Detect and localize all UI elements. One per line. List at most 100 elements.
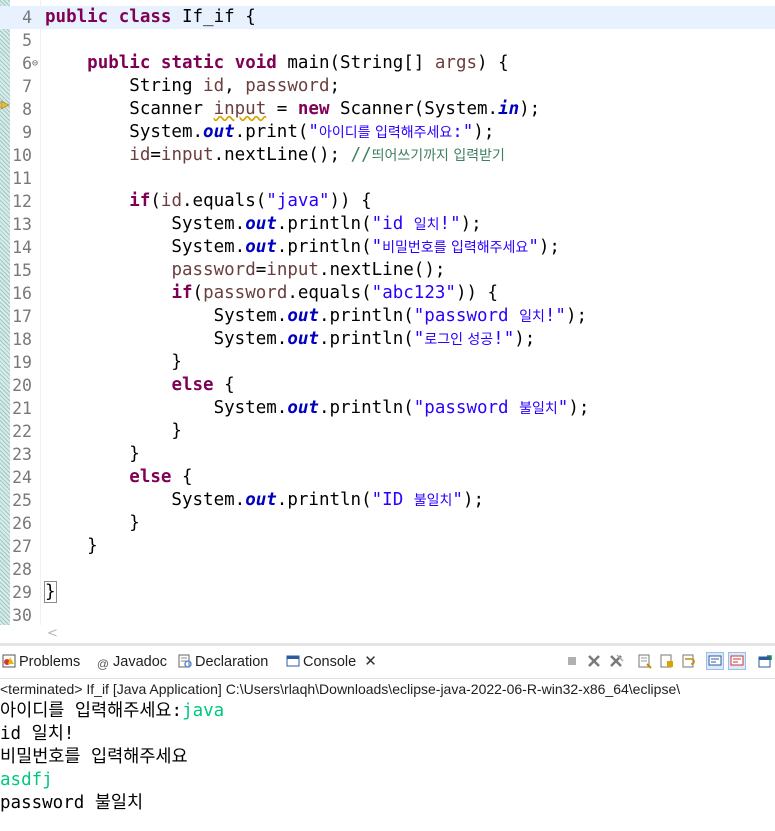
- problems-icon: [2, 654, 16, 668]
- code-text[interactable]: }: [45, 535, 98, 558]
- code-text[interactable]: password=input.nextLine();: [45, 259, 445, 282]
- code-editor[interactable]: 4 public class If_if { 5 6 ⊖ public static v…: [0, 0, 775, 645]
- word-wrap-icon[interactable]: [681, 653, 697, 669]
- open-console-icon[interactable]: [757, 653, 773, 669]
- line-number: 26: [12, 514, 32, 533]
- code-text[interactable]: System.out.println("로그인 성공!");: [45, 328, 536, 352]
- close-icon[interactable]: ✕: [364, 653, 377, 670]
- code-line[interactable]: 15 password=input.nextLine();: [0, 259, 775, 282]
- program-output-text: 비밀번호를 입력해주세요: [0, 747, 188, 767]
- program-output-text: id 일치!: [0, 724, 75, 744]
- code-line[interactable]: 17 System.out.println("password 일치!");: [0, 305, 775, 328]
- line-number: 30: [12, 606, 32, 625]
- remove-all-terminated-icon[interactable]: [608, 653, 624, 669]
- line-number: 14: [12, 238, 32, 257]
- javadoc-icon: @: [96, 657, 110, 671]
- line-number: 16: [12, 284, 32, 303]
- line-number: 28: [12, 560, 32, 579]
- code-line[interactable]: 22 }: [0, 420, 775, 443]
- code-line[interactable]: 27 }: [0, 535, 775, 558]
- code-text[interactable]: id=input.nextLine(); //띄어쓰기까지 입력받기: [45, 144, 505, 168]
- terminate-icon[interactable]: [564, 653, 580, 669]
- code-line[interactable]: 10 id=input.nextLine(); //띄어쓰기까지 입력받기: [0, 144, 775, 167]
- code-line[interactable]: 28: [0, 558, 775, 581]
- line-number: 18: [12, 330, 32, 349]
- user-input-text: asdfj: [0, 770, 53, 790]
- code-line[interactable]: 24 else {: [0, 466, 775, 489]
- line-number: 13: [12, 215, 32, 234]
- code-line[interactable]: 4 public class If_if {: [0, 6, 775, 29]
- horizontal-scrollbar[interactable]: <: [41, 625, 775, 643]
- code-line[interactable]: 26 }: [0, 512, 775, 535]
- code-text[interactable]: String id, password;: [45, 75, 340, 98]
- console-output-line: asdfj: [0, 769, 53, 792]
- line-number: 10: [12, 146, 32, 165]
- code-line[interactable]: 19 }: [0, 351, 775, 374]
- line-number: 23: [12, 445, 32, 464]
- code-line[interactable]: 21 System.out.println("password 불일치");: [0, 397, 775, 420]
- code-text[interactable]: System.out.println("password 일치!");: [45, 305, 587, 329]
- tab-console[interactable]: Console ✕: [286, 651, 377, 673]
- code-line[interactable]: 30: [0, 604, 775, 627]
- code-text[interactable]: }: [44, 581, 57, 604]
- code-line[interactable]: 12 if(id.equals("java")) {: [0, 190, 775, 213]
- clear-console-icon[interactable]: [637, 653, 653, 669]
- code-text[interactable]: System.out.print("아이디를 입력해주세요:");: [45, 121, 494, 145]
- code-line[interactable]: 9 System.out.print("아이디를 입력해주세요:");: [0, 121, 775, 144]
- code-text[interactable]: }: [45, 420, 182, 443]
- console-output-line: id 일치!: [0, 723, 74, 746]
- code-line[interactable]: 13 System.out.println("id 일치!");: [0, 213, 775, 236]
- code-text[interactable]: if(id.equals("java")) {: [45, 190, 371, 213]
- line-number: 25: [12, 491, 32, 510]
- line-number: 7: [22, 77, 32, 96]
- line-number: 19: [12, 353, 32, 372]
- line-number: 17: [12, 307, 32, 326]
- code-text[interactable]: System.out.println("id 일치!");: [45, 213, 481, 237]
- line-number: 9: [22, 123, 32, 142]
- remove-launch-icon[interactable]: [586, 653, 602, 669]
- code-text[interactable]: else {: [45, 466, 192, 489]
- code-text[interactable]: System.out.println("password 불일치");: [45, 397, 590, 421]
- code-text[interactable]: if(password.equals("abc123")) {: [45, 282, 498, 305]
- scroll-left-icon[interactable]: <: [47, 625, 58, 643]
- code-text[interactable]: else {: [45, 374, 234, 397]
- code-line[interactable]: 20 else {: [0, 374, 775, 397]
- warning-marker-icon[interactable]: [0, 100, 10, 110]
- code-text[interactable]: }: [45, 443, 140, 466]
- program-output-text: 아이디를 입력해주세요:: [0, 701, 183, 721]
- code-line[interactable]: 8 Scanner input = new Scanner(System.in)…: [0, 98, 775, 121]
- tab-problems[interactable]: Problems: [2, 651, 80, 673]
- console-output-line: 아이디를 입력해주세요:java: [0, 700, 224, 723]
- console-output-line: password 불일치: [0, 792, 143, 815]
- code-line[interactable]: 7 String id, password;: [0, 75, 775, 98]
- code-line[interactable]: 16 if(password.equals("abc123")) {: [0, 282, 775, 305]
- line-number: 5: [22, 31, 32, 50]
- tab-declaration[interactable]: Declaration: [178, 651, 268, 673]
- code-line[interactable]: 14 System.out.println("비밀번호를 입력해주세요");: [0, 236, 775, 259]
- console-icon: [286, 655, 300, 667]
- show-console-on-output-icon[interactable]: [706, 652, 724, 670]
- code-line[interactable]: 6 ⊖ public static void main(String[] args…: [0, 52, 775, 75]
- code-text[interactable]: System.out.println("ID 불일치");: [45, 489, 484, 513]
- code-text[interactable]: Scanner input = new Scanner(System.in);: [45, 98, 540, 121]
- declaration-icon: [178, 654, 192, 668]
- code-line[interactable]: 23 }: [0, 443, 775, 466]
- code-text[interactable]: System.out.println("비밀번호를 입력해주세요");: [45, 236, 560, 260]
- code-text[interactable]: public static void main(String[] args) {: [45, 52, 509, 75]
- line-number: 21: [12, 399, 32, 418]
- code-text[interactable]: }: [45, 512, 140, 535]
- scroll-lock-icon[interactable]: [659, 653, 675, 669]
- line-number: 8: [22, 100, 32, 119]
- fold-collapse-icon[interactable]: ⊖: [32, 52, 38, 75]
- code-line[interactable]: 25 System.out.println("ID 불일치");: [0, 489, 775, 512]
- code-text[interactable]: public class If_if {: [45, 6, 256, 29]
- console-panel: Problems @Javadoc Declaration Console✕: [0, 646, 775, 831]
- code-line[interactable]: 11: [0, 167, 775, 190]
- code-line[interactable]: 18 System.out.println("로그인 성공!");: [0, 328, 775, 351]
- tab-javadoc[interactable]: @ Javadoc: [96, 651, 167, 673]
- code-text[interactable]: }: [45, 351, 182, 374]
- show-console-on-error-icon[interactable]: [728, 652, 746, 670]
- user-input-text: java: [182, 701, 225, 721]
- code-line[interactable]: 5: [0, 29, 775, 52]
- code-line[interactable]: 29}: [0, 581, 775, 604]
